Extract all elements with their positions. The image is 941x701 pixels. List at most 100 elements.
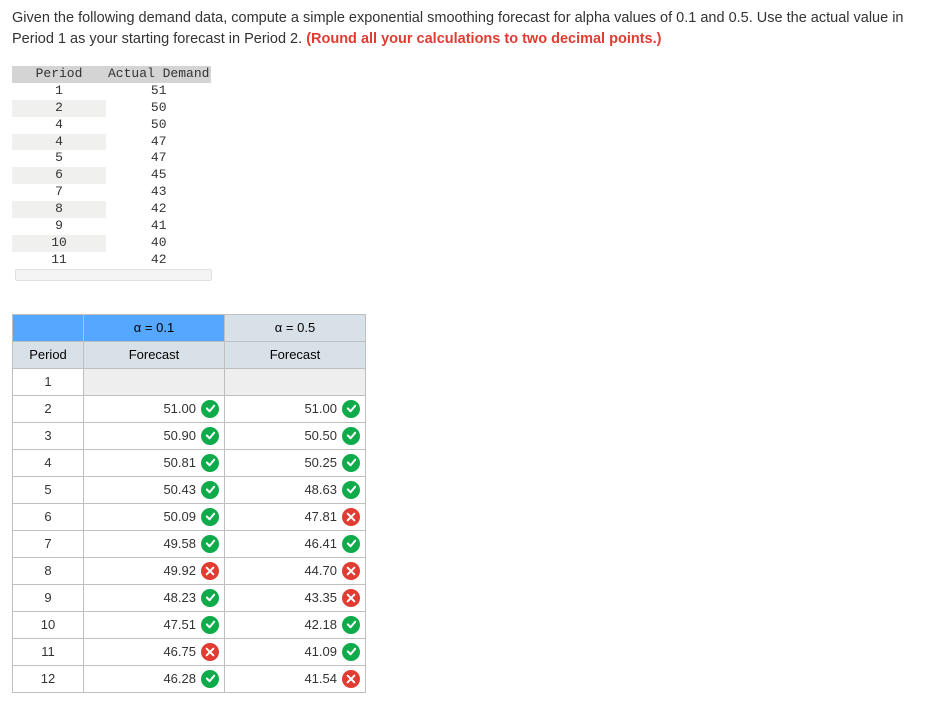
forecast-alpha2-cell[interactable]: 46.41: [225, 530, 366, 557]
forecast-alpha1-cell[interactable]: 48.23: [84, 584, 225, 611]
forecast-alpha2-cell[interactable]: 48.63: [225, 476, 366, 503]
forecast-alpha1-cell[interactable]: 49.58: [84, 530, 225, 557]
table-row: 749.5846.41: [13, 530, 366, 557]
forecast-alpha2-cell[interactable]: 50.50: [225, 422, 366, 449]
forecast-alpha1-cell[interactable]: 47.51: [84, 611, 225, 638]
col-header-demand: Actual Demand: [106, 66, 211, 83]
forecast-value: 48.63: [225, 482, 337, 497]
demand-cell: 47: [106, 134, 211, 151]
forecast-alpha2-cell[interactable]: 42.18: [225, 611, 366, 638]
forecast-value: 47.81: [225, 509, 337, 524]
check-icon: [342, 454, 360, 472]
hdr-forecast1-label: Forecast: [84, 341, 225, 368]
forecast-value: 51.00: [84, 401, 196, 416]
forecast-alpha1-cell[interactable]: 50.43: [84, 476, 225, 503]
table-row: 550.4348.63: [13, 476, 366, 503]
cross-icon: [342, 670, 360, 688]
table-row: 1146.7541.09: [13, 638, 366, 665]
table-row: 650.09 47.81: [13, 503, 366, 530]
forecast-value: 50.43: [84, 482, 196, 497]
forecast-alpha1-cell[interactable]: 49.92: [84, 557, 225, 584]
forecast-alpha2-cell[interactable]: 43.35: [225, 584, 366, 611]
forecast-alpha2-cell[interactable]: 47.81: [225, 503, 366, 530]
forecast-alpha2-cell[interactable]: 41.54: [225, 665, 366, 692]
period-cell: 2: [13, 395, 84, 422]
period-cell: 9: [13, 584, 84, 611]
forecast-alpha2-cell[interactable]: 50.25: [225, 449, 366, 476]
forecast-alpha1-cell[interactable]: 46.75: [84, 638, 225, 665]
check-icon: [201, 400, 219, 418]
cross-icon: [342, 508, 360, 526]
demand-data-table: Period Actual Demand 1512504504475476457…: [12, 66, 211, 269]
check-icon: [342, 643, 360, 661]
forecast-value: 49.92: [84, 563, 196, 578]
check-icon: [201, 535, 219, 553]
check-icon: [201, 508, 219, 526]
check-icon: [201, 616, 219, 634]
forecast-alpha2-cell[interactable]: 44.70: [225, 557, 366, 584]
demand-cell: 47: [106, 150, 211, 167]
period-cell: 12: [13, 665, 84, 692]
demand-cell: 40: [106, 235, 211, 252]
forecast-alpha1-cell[interactable]: 50.81: [84, 449, 225, 476]
question-text: Given the following demand data, compute…: [12, 8, 929, 50]
period-cell: 3: [13, 422, 84, 449]
period-cell: 10: [13, 611, 84, 638]
check-icon: [201, 481, 219, 499]
forecast-value: 47.51: [84, 617, 196, 632]
period-cell: 1: [12, 83, 106, 100]
table-row: 842: [12, 201, 211, 218]
forecast-value: 50.25: [225, 455, 337, 470]
demand-cell: 41: [106, 218, 211, 235]
forecast-alpha1-cell[interactable]: 51.00: [84, 395, 225, 422]
table-row: 350.90 50.50: [13, 422, 366, 449]
forecast-value: 42.18: [225, 617, 337, 632]
forecast-value: 50.09: [84, 509, 196, 524]
hdr-period-label: Period: [13, 341, 84, 368]
period-cell: 6: [12, 167, 106, 184]
forecast-alpha2-cell[interactable]: [225, 368, 366, 395]
hdr-blank-period: [13, 314, 84, 341]
table-row: 1246.2841.54: [13, 665, 366, 692]
cross-icon: [342, 562, 360, 580]
demand-cell: 50: [106, 100, 211, 117]
check-icon: [201, 427, 219, 445]
forecast-alpha1-cell[interactable]: 50.09: [84, 503, 225, 530]
forecast-value: 50.90: [84, 428, 196, 443]
period-cell: 7: [13, 530, 84, 557]
period-cell: 10: [12, 235, 106, 252]
table-row: 250: [12, 100, 211, 117]
forecast-value: 43.35: [225, 590, 337, 605]
forecast-value: 41.54: [225, 671, 337, 686]
hdr-alpha1: α = 0.1: [84, 314, 225, 341]
demand-cell: 50: [106, 117, 211, 134]
period-cell: 2: [12, 100, 106, 117]
table-row: 1142: [12, 252, 211, 269]
forecast-alpha1-cell[interactable]: [84, 368, 225, 395]
check-icon: [342, 616, 360, 634]
question-rounding-note: (Round all your calculations to two deci…: [306, 31, 661, 47]
forecast-value: 44.70: [225, 563, 337, 578]
period-cell: 9: [12, 218, 106, 235]
period-cell: 4: [12, 117, 106, 134]
forecast-alpha2-cell[interactable]: 51.00: [225, 395, 366, 422]
table-row: 547: [12, 150, 211, 167]
cross-icon: [201, 562, 219, 580]
period-cell: 8: [13, 557, 84, 584]
table-row: 1047.51 42.18: [13, 611, 366, 638]
forecast-value: 46.75: [84, 644, 196, 659]
forecast-alpha1-cell[interactable]: 46.28: [84, 665, 225, 692]
col-header-period: Period: [12, 66, 106, 83]
table-row: 450.8150.25: [13, 449, 366, 476]
forecast-alpha2-cell[interactable]: 41.09: [225, 638, 366, 665]
cross-icon: [342, 589, 360, 607]
period-cell: 8: [12, 201, 106, 218]
period-cell: 4: [12, 134, 106, 151]
check-icon: [201, 454, 219, 472]
period-cell: 11: [12, 252, 106, 269]
forecast-value: 46.41: [225, 536, 337, 551]
horizontal-scrollbar[interactable]: [15, 269, 212, 281]
check-icon: [342, 481, 360, 499]
forecast-alpha1-cell[interactable]: 50.90: [84, 422, 225, 449]
period-cell: 6: [13, 503, 84, 530]
